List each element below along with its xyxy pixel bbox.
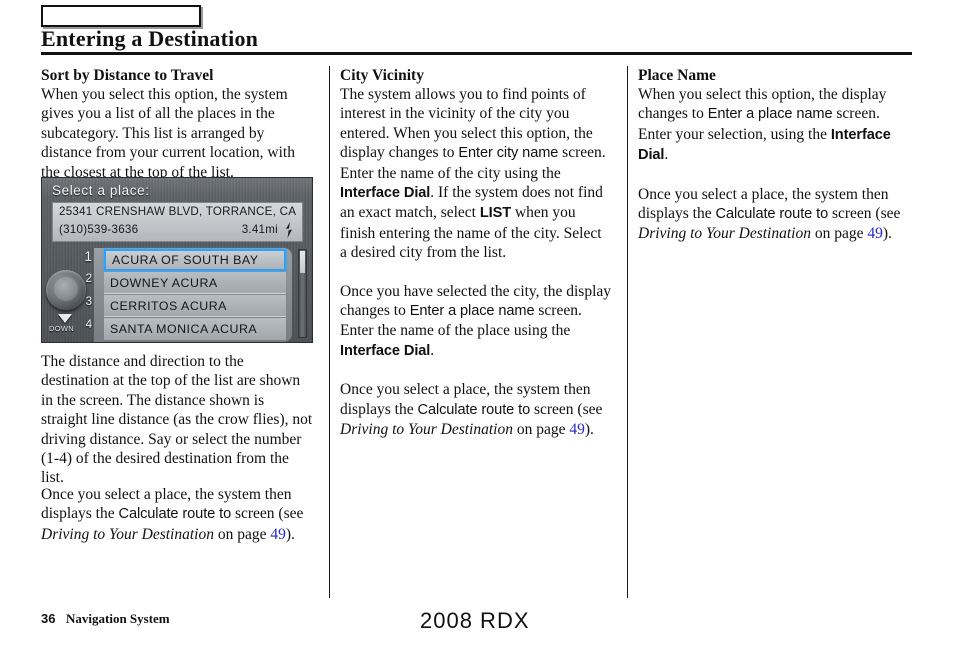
- nav-list-panel: ACURA OF SOUTH BAY DOWNEY ACURA CERRITOS…: [94, 248, 292, 342]
- nav-address-phone: (310)539-3636: [59, 223, 139, 236]
- column-left: Sort by Distance to Travel When you sele…: [41, 66, 313, 598]
- footer-model-name: 2008 RDX: [420, 608, 530, 633]
- nav-list-item-selected[interactable]: ACURA OF SOUTH BAY: [104, 249, 286, 271]
- section-tab-box: [41, 5, 201, 27]
- nav-place-list-area: DOWN 1 2 3 4 ACURA OF SOUTH BAY DOWNEY A…: [42, 246, 312, 342]
- screen-term-calculate-route: Calculate route to: [715, 206, 829, 223]
- screen-term-calculate-route: Calculate route to: [118, 506, 232, 523]
- text-run: .: [430, 341, 435, 359]
- column-middle: City Vicinity The system allows you to f…: [340, 66, 612, 598]
- nav-address-street: 25341 CRENSHAW BLVD, TORRANCE, CA: [59, 205, 297, 218]
- control-term-interface-dial: Interface Dial: [340, 342, 431, 359]
- column-right: Place Name When you select this option, …: [638, 66, 910, 598]
- text-run: screen (see: [828, 205, 901, 223]
- column-divider-2: [627, 66, 628, 598]
- cross-reference-title: Driving to Your Destination: [340, 421, 513, 439]
- cross-reference-title: Driving to Your Destination: [41, 525, 214, 543]
- screen-term-enter-place-name: Enter a place name: [707, 106, 833, 123]
- nav-list-item[interactable]: DOWNEY ACURA: [104, 272, 286, 294]
- footer-page-number: 36: [41, 611, 56, 626]
- footer-section-name: Navigation System: [66, 611, 170, 626]
- paragraph-distance-explained: The distance and direction to the destin…: [41, 353, 313, 487]
- page-title: Entering a Destination: [41, 26, 259, 51]
- nav-list-number-2: 2: [85, 273, 92, 285]
- nav-screen-figure: Select a place: 25341 CRENSHAW BLVD, TOR…: [41, 177, 313, 343]
- column-divider-1: [329, 66, 330, 598]
- nav-list-number-4: 4: [85, 319, 92, 331]
- nav-screen-title: Select a place:: [52, 183, 150, 198]
- paragraph-sort-intro: When you select this option, the system …: [41, 86, 295, 181]
- nav-list-number-1: 1: [84, 249, 92, 264]
- nav-list-item[interactable]: CERRITOS ACURA: [104, 295, 286, 317]
- paragraph-calculate-route-right: Once you select a place, the system then…: [638, 185, 910, 244]
- text-run: screen (see: [231, 505, 304, 523]
- text-run: .: [664, 146, 669, 164]
- screen-term-calculate-route: Calculate route to: [417, 401, 531, 418]
- paragraph-calculate-route-left: Once you select a place, the system then…: [41, 485, 313, 544]
- title-divider-rule: [41, 52, 912, 55]
- screen-term-enter-city-name: Enter city name: [458, 145, 559, 162]
- content-columns: Sort by Distance to Travel When you sele…: [41, 66, 912, 598]
- direction-arrow-icon: [286, 222, 292, 238]
- nav-list-item[interactable]: SANTA MONICA ACURA: [104, 318, 286, 340]
- heading-city-vicinity: City Vicinity: [340, 67, 424, 84]
- paragraph-calculate-route-middle: Once you select a place, the system then…: [340, 380, 612, 439]
- text-run: on page: [810, 225, 868, 243]
- text-run: ).: [584, 421, 594, 439]
- scroll-down-label: DOWN: [49, 324, 74, 333]
- heading-place-name: Place Name: [638, 67, 716, 84]
- paragraph-city-vicinity-intro: The system allows you to find points of …: [340, 85, 612, 263]
- paragraph-city-selected: Once you have selected the city, the dis…: [340, 282, 612, 362]
- page-link[interactable]: 49: [867, 225, 883, 242]
- nav-address-panel: 25341 CRENSHAW BLVD, TORRANCE, CA (310)5…: [52, 202, 303, 242]
- text-run: screen (see: [530, 400, 603, 418]
- screen-term-enter-place-name: Enter a place name: [409, 303, 535, 320]
- page-link[interactable]: 49: [569, 421, 585, 438]
- button-term-list: LIST: [479, 205, 512, 222]
- nav-list-scrollbar[interactable]: [298, 249, 307, 338]
- text-run: ).: [285, 525, 295, 543]
- control-term-interface-dial: Interface Dial: [340, 185, 431, 202]
- cross-reference-title: Driving to Your Destination: [638, 225, 811, 243]
- nav-list-number-3: 3: [85, 296, 92, 308]
- nav-list-scrollbar-thumb[interactable]: [300, 251, 305, 273]
- text-run: on page: [213, 525, 271, 543]
- page-link[interactable]: 49: [270, 526, 286, 543]
- nav-address-distance: 3.41mi: [241, 223, 278, 236]
- text-run: on page: [512, 421, 570, 439]
- paragraph-place-name-intro: When you select this option, the display…: [638, 85, 910, 166]
- scroll-down-arrow-icon: [58, 314, 72, 323]
- heading-sort-by-distance: Sort by Distance to Travel: [41, 67, 214, 84]
- text-run: ).: [882, 225, 892, 243]
